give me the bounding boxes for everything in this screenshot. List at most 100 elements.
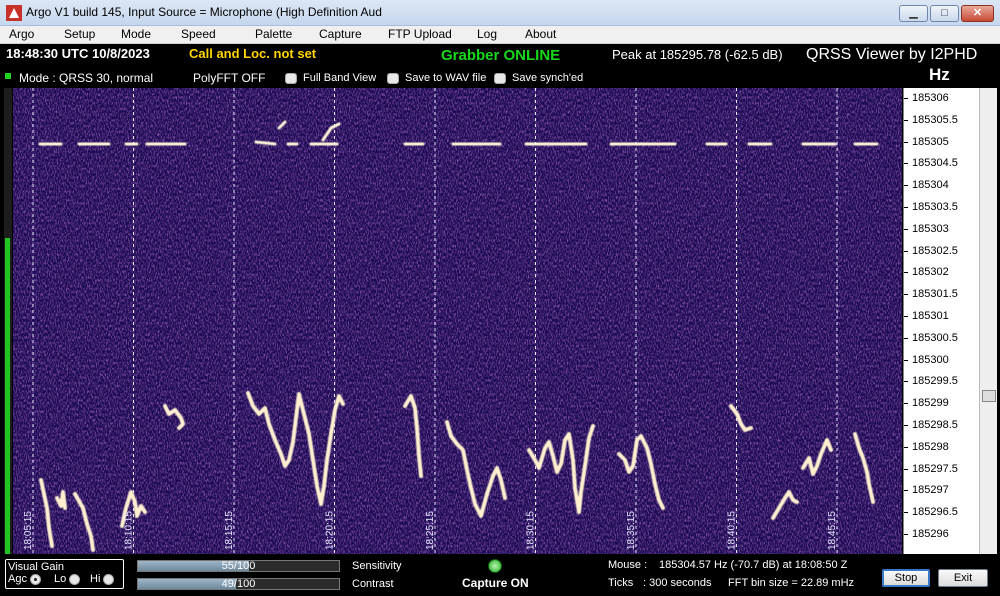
sensitivity-value: 55/100 [221,560,256,572]
close-button[interactable]: ✕ [961,5,994,22]
level-meter-fill [5,238,10,554]
radio-dot[interactable] [103,573,115,585]
scale-tick [904,512,908,514]
peak-readout: Peak at 185295.78 (-62.5 dB) [612,47,783,62]
scale-tick [904,250,908,252]
scale-label: 185301.5 [912,288,958,301]
save-synch-checkbox[interactable]: Save synch'ed [494,72,583,84]
sensitivity-slider[interactable]: 55/100 [137,560,340,572]
lo-radio[interactable]: Lo [54,573,81,585]
scale-label: 185302 [912,266,949,279]
scale-tick [904,207,908,208]
menu-speed[interactable]: Speed [181,27,216,41]
noise-speckle-layer [13,88,902,554]
polyfft-label[interactable]: PolyFFT OFF [193,71,265,85]
scale-label: 185300 [912,353,949,366]
scrollbar-thumb[interactable] [982,390,996,402]
scale-label: 185303.5 [912,201,958,213]
scale-tick [904,141,908,143]
scale-label: 185305 [912,135,949,148]
scale-label: 185296.5 [912,506,958,519]
scale-tick [904,316,908,317]
ticks-readout: : 300 seconds [643,577,712,589]
scale-label: 185298 [912,440,949,453]
exit-button[interactable]: Exit [938,569,988,587]
hi-radio[interactable]: Hi [90,573,115,585]
mouse-label: Mouse : [608,559,648,571]
scale-label: 185306 [912,92,949,104]
status-led-icon [5,73,11,79]
contrast-slider[interactable]: 49/100 [137,578,340,590]
scale-tick [904,403,908,405]
menu-palette[interactable]: Palette [255,27,292,41]
window-title: Argo V1 build 145, Input Source = Microp… [26,5,382,19]
checkbox-box[interactable] [387,72,399,84]
scale-label: 185297 [912,484,949,497]
waterfall-canvas: 18:05:15 18:10:15 18:15:15 18:20:15 18:25:15… [13,88,902,554]
menu-about[interactable]: About [525,27,556,41]
scale-tick [904,490,908,492]
minimize-button[interactable]: ▁ [899,5,928,22]
hz-unit-label: Hz [929,65,950,84]
title-bar: Argo V1 build 145, Input Source = Microp… [0,0,1000,26]
scale-label: 185299 [912,397,949,410]
scale-tick [904,294,908,296]
menu-setup[interactable]: Setup [64,27,95,41]
scale-tick [904,337,908,339]
scale-label: 185304 [912,179,949,192]
menu-log[interactable]: Log [477,27,497,41]
menu-mode[interactable]: Mode [121,27,151,41]
waterfall-display[interactable]: 18:05:15 18:10:15 18:15:15 18:20:15 18:25:15… [13,88,902,554]
scale-tick [904,446,908,448]
save-wav-checkbox[interactable]: Save to WAV file [387,72,486,84]
scale-tick [904,119,908,121]
scale-label: 185304.5 [912,157,958,170]
scale-tick [904,98,908,99]
maximize-button[interactable]: □ [930,5,959,22]
time-marker-label: 18:45:15 [827,511,838,550]
full-band-label: Full Band View [303,72,377,84]
scale-tick [904,272,908,274]
scale-label: 185301 [912,310,949,322]
time-marker-label: 18:05:15 [23,511,34,550]
full-band-checkbox[interactable]: Full Band View [285,72,376,84]
time-marker-label: 18:35:15 [626,511,637,550]
sensitivity-label: Sensitivity [352,560,402,572]
save-wav-label: Save to WAV file [405,72,487,84]
utc-clock: 18:48:30 UTC 10/8/2023 [6,46,150,61]
scale-label: 185298.5 [912,419,958,431]
time-marker-label: 18:25:15 [425,511,436,550]
stop-button[interactable]: Stop [882,569,930,587]
scale-tick [904,468,908,470]
menu-capture[interactable]: Capture [319,27,362,41]
menu-argo[interactable]: Argo [9,27,34,41]
capture-status-icon [488,559,502,573]
capture-status-label[interactable]: Capture ON [462,576,529,590]
scale-label: 185302.5 [912,244,958,257]
hi-label: Hi [90,573,101,585]
frequency-scrollbar[interactable] [979,88,997,554]
contrast-label: Contrast [352,578,394,590]
scale-tick [904,185,908,187]
call-status: Call and Loc. not set [189,46,317,61]
scale-tick [904,163,908,165]
mode-label: Mode : QRSS 30, normal [19,71,154,85]
menu-bar: Argo Setup Mode Speed Palette Capture FT… [0,26,1000,44]
scale-tick [904,534,908,535]
radio-dot[interactable] [29,573,41,585]
radio-dot[interactable] [69,573,81,585]
scale-tick [904,228,908,230]
checkbox-box[interactable] [494,72,506,84]
scale-label: 185297.5 [912,462,958,475]
level-meter [4,88,12,554]
contrast-value: 49/100 [221,578,256,590]
time-marker-label: 18:40:15 [727,511,738,550]
checkbox-box[interactable] [285,72,297,84]
agc-radio[interactable]: Agc [8,573,41,585]
app-icon [6,5,22,21]
ticks-label: Ticks [608,577,634,589]
scale-tick [904,425,908,426]
menu-ftp-upload[interactable]: FTP Upload [388,27,452,41]
time-marker-label: 18:10:15 [124,511,135,550]
scale-label: 185299.5 [912,375,958,388]
